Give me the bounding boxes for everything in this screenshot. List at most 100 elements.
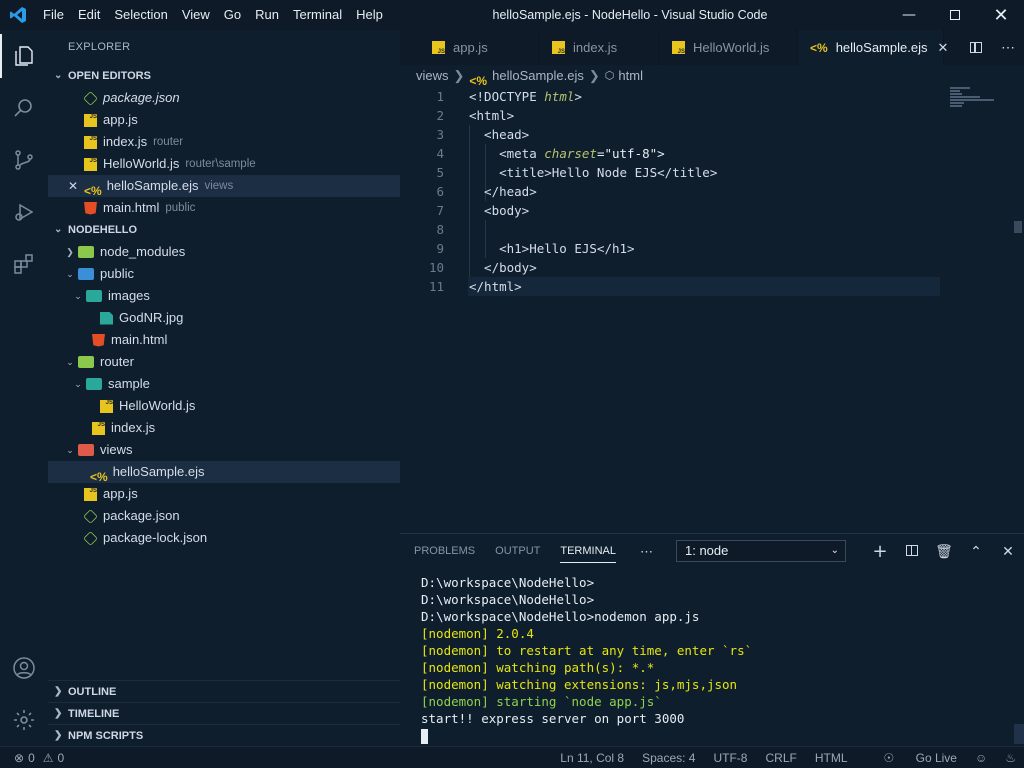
tree-item-router[interactable]: ⌄ router: [48, 351, 400, 373]
menu-selection[interactable]: Selection: [107, 0, 174, 30]
timeline-header[interactable]: ❯ TIMELINE: [48, 702, 400, 724]
split-terminal-icon[interactable]: [896, 544, 928, 560]
code-text: <!DOCTYPE: [469, 89, 545, 104]
more-actions-icon[interactable]: ⋯: [640, 544, 653, 560]
tab-output[interactable]: OUTPUT: [495, 534, 540, 569]
window-title: helloSample.ejs - NodeHello - Visual Stu…: [492, 8, 768, 22]
tab-hellosample-ejs[interactable]: <% helloSample.ejs ✕: [798, 30, 948, 65]
tree-item-hellosample-ejs[interactable]: <% helloSample.ejs: [48, 461, 400, 484]
extensions-icon[interactable]: [0, 238, 48, 290]
status-eol[interactable]: CRLF: [765, 751, 796, 765]
tab-terminal[interactable]: TERMINAL: [560, 534, 616, 569]
explorer-icon[interactable]: [0, 30, 48, 82]
open-editor-hellosample-ejs[interactable]: ✕ <% helloSample.ejs views: [48, 175, 400, 198]
maximize-icon[interactable]: [932, 0, 978, 30]
vscode-logo-icon: [0, 0, 36, 30]
broadcast-icon: ☉: [883, 750, 895, 765]
open-editor-helloworld-js[interactable]: HelloWorld.js router\sample: [48, 150, 400, 175]
open-editor-app-js[interactable]: app.js: [48, 106, 400, 131]
chevron-down-icon: ⌄: [54, 70, 63, 81]
status-encoding[interactable]: UTF-8: [713, 751, 747, 765]
outline-header[interactable]: ❯ OUTLINE: [48, 680, 400, 702]
npm-scripts-label: NPM SCRIPTS: [68, 729, 144, 742]
line-number: 4: [436, 146, 444, 161]
close-panel-icon[interactable]: ✕: [992, 544, 1024, 560]
editor-scrollbar[interactable]: [1014, 221, 1022, 233]
js-file-icon: [100, 392, 113, 414]
tree-item-label: index.js: [111, 420, 156, 435]
tree-item-node-modules[interactable]: ❯ node_modules: [48, 241, 400, 263]
chevron-up-icon[interactable]: ⌃: [960, 544, 992, 560]
ejs-file-icon: <%: [84, 183, 102, 198]
status-language[interactable]: HTML: [815, 751, 848, 765]
tree-item-godnr-jpg[interactable]: GodNR.jpg: [48, 307, 400, 329]
open-editor-main-html[interactable]: main.html public: [48, 197, 400, 219]
trash-icon[interactable]: 🗑: [928, 544, 960, 560]
new-terminal-icon[interactable]: +: [864, 541, 896, 562]
open-editor-path: router\sample: [185, 158, 256, 170]
terminal-select[interactable]: 1: node ⌄: [676, 540, 846, 562]
minimize-icon[interactable]: —: [886, 0, 932, 30]
tab-app-js[interactable]: app.js: [400, 30, 540, 65]
breadcrumb-file[interactable]: helloSample.ejs: [492, 65, 584, 87]
menu-run[interactable]: Run: [248, 0, 286, 30]
tree-item-images[interactable]: ⌄ images: [48, 285, 400, 307]
tree-item-main-html[interactable]: main.html: [48, 329, 400, 351]
close-icon[interactable]: ✕: [978, 0, 1024, 30]
run-debug-icon[interactable]: [0, 186, 48, 238]
tree-item-index-js[interactable]: index.js: [48, 414, 400, 439]
breadcrumb-folder[interactable]: views: [416, 65, 449, 87]
open-editor-index-js[interactable]: index.js router: [48, 128, 400, 153]
tab-index-js[interactable]: index.js: [540, 30, 660, 65]
tab-problems[interactable]: PROBLEMS: [414, 534, 475, 569]
tab-label: HelloWorld.js: [693, 40, 770, 55]
minimap[interactable]: [950, 87, 1010, 107]
node-file-icon: [83, 530, 98, 546]
menu-edit[interactable]: Edit: [71, 0, 107, 30]
chevron-down-icon: ⌄: [830, 545, 839, 556]
npm-scripts-header[interactable]: ❯ NPM SCRIPTS: [48, 724, 400, 746]
status-problems[interactable]: ⊗ 0 ⚠ 0: [14, 751, 64, 765]
project-header[interactable]: ⌄ NODEHELLO: [48, 219, 400, 241]
tree-item-app-js[interactable]: app.js: [48, 480, 400, 505]
menu-view[interactable]: View: [175, 0, 217, 30]
menu-terminal[interactable]: Terminal: [286, 0, 349, 30]
tab-helloworld-js[interactable]: HelloWorld.js: [660, 30, 798, 65]
source-control-icon[interactable]: [0, 134, 48, 186]
js-file-icon: [672, 41, 685, 55]
panel-scrollbar[interactable]: [1014, 724, 1024, 744]
close-icon[interactable]: ✕: [68, 175, 78, 197]
chevron-down-icon: ⌄: [66, 269, 74, 279]
tree-item-public[interactable]: ⌄ public: [48, 263, 400, 285]
tree-item-views[interactable]: ⌄ views: [48, 439, 400, 461]
menu-help[interactable]: Help: [349, 0, 390, 30]
feedback-icon[interactable]: ☺: [975, 751, 987, 765]
tab-label: helloSample.ejs: [835, 40, 928, 55]
terminal-line: [nodemon] to restart at any time, enter …: [421, 643, 753, 658]
search-icon[interactable]: [0, 82, 48, 134]
open-editor-path: views: [204, 180, 234, 192]
account-icon[interactable]: [0, 642, 48, 694]
status-position[interactable]: Ln 11, Col 8: [560, 751, 624, 765]
line-number: 8: [436, 222, 444, 237]
tree-item-package-json[interactable]: package.json: [48, 505, 400, 527]
breadcrumb-symbol[interactable]: html: [618, 65, 643, 87]
bell-icon[interactable]: ♨: [1005, 751, 1016, 765]
tree-item-sample[interactable]: ⌄ sample: [48, 373, 400, 395]
tab-actions: ⋯: [960, 30, 1024, 65]
status-indent[interactable]: Spaces: 4: [642, 751, 695, 765]
menu-file[interactable]: File: [36, 0, 71, 30]
menu-go[interactable]: Go: [217, 0, 248, 30]
status-golive[interactable]: ☉ Go Live: [866, 751, 957, 765]
code-editor[interactable]: 1 <!DOCTYPE html> 2 <html> 3 <head> 4 <m…: [400, 87, 1024, 533]
more-actions-icon[interactable]: ⋯: [992, 39, 1024, 56]
open-editor-package-json[interactable]: package.json: [48, 87, 400, 109]
warning-icon: ⚠: [42, 750, 54, 765]
gear-icon[interactable]: [0, 694, 48, 746]
tree-item-package-lock-json[interactable]: package-lock.json: [48, 527, 400, 549]
timeline-label: TIMELINE: [68, 707, 120, 720]
open-editors-header[interactable]: ⌄ OPEN EDITORS: [48, 65, 400, 87]
split-editor-icon[interactable]: [960, 40, 992, 56]
close-tab-icon[interactable]: ✕: [937, 40, 948, 56]
terminal-output[interactable]: D:\workspace\NodeHello> D:\workspace\Nod…: [421, 574, 752, 744]
